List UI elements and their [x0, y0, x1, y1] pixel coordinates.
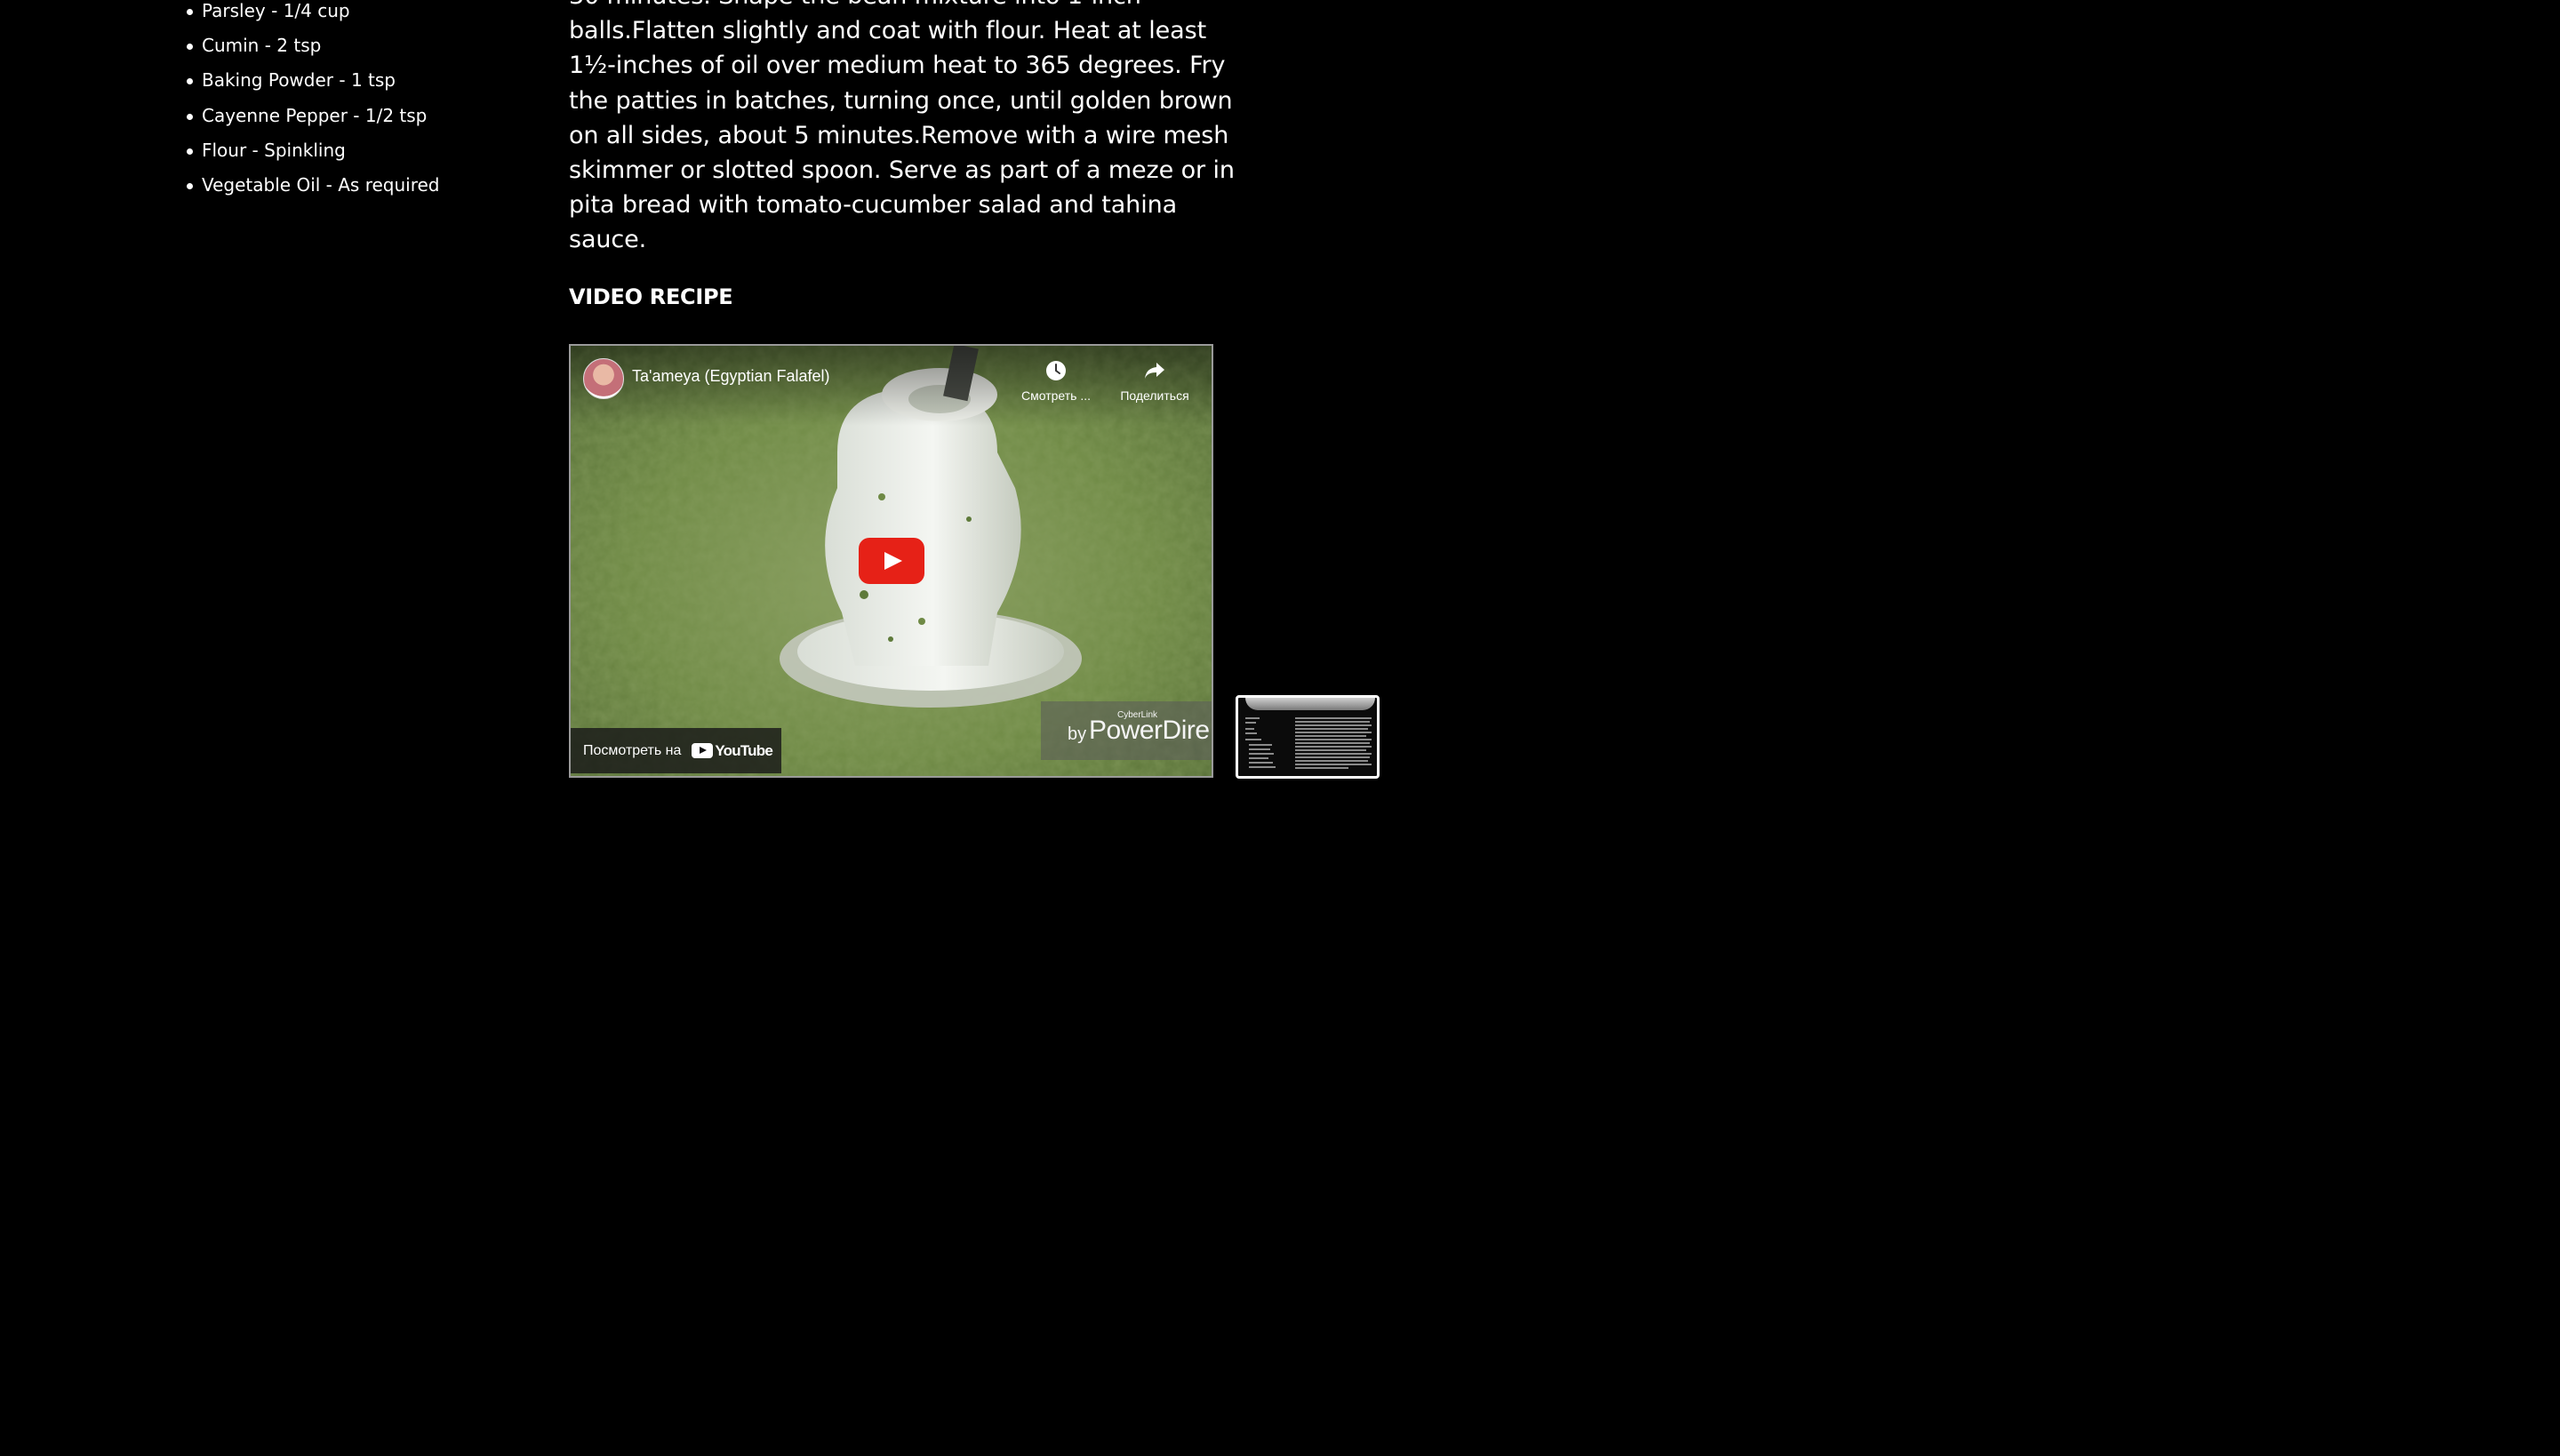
clock-icon [1046, 361, 1066, 380]
youtube-play-icon [692, 743, 714, 758]
play-button[interactable] [859, 538, 924, 584]
ingredient-list: Parsley - 1/4 cup Cumin - 2 tsp Baking P… [186, 0, 440, 203]
powerdirector-watermark: CyberLink by PowerDire [1041, 701, 1212, 760]
preview-hero-image [1245, 698, 1375, 710]
share-button[interactable]: Поделиться [1115, 360, 1195, 403]
page-preview-thumbnail[interactable] [1236, 695, 1380, 779]
video-title[interactable]: Ta'ameya (Egyptian Falafel) [632, 367, 830, 386]
watch-later-label: Смотреть ... [1021, 388, 1091, 403]
share-arrow-icon [1145, 363, 1164, 379]
channel-avatar[interactable] [583, 358, 624, 399]
ingredient-item: Baking Powder - 1 tsp [186, 63, 440, 98]
watermark-brand: PowerDire [1089, 716, 1210, 745]
ingredient-item: Vegetable Oil - As required [186, 168, 440, 203]
ingredient-item: Parsley - 1/4 cup [186, 0, 440, 28]
youtube-logo: YouTube [692, 741, 773, 760]
ingredient-item: Cumin - 2 tsp [186, 28, 440, 63]
page: Parsley - 1/4 cup Cumin - 2 tsp Baking P… [0, 0, 1394, 793]
watermark-by: by [1068, 724, 1087, 744]
ingredient-item: Cayenne Pepper - 1/2 tsp [186, 99, 440, 133]
watch-on-youtube-button[interactable]: Посмотреть на YouTube [571, 728, 781, 773]
instructions-text: 30 minutes. Shape the bean mixture into … [569, 0, 1235, 254]
video-recipe-heading: VIDEO RECIPE [569, 284, 733, 309]
video-embed[interactable]: Ta'ameya (Egyptian Falafel) Смотреть ...… [569, 344, 1213, 778]
share-label: Поделиться [1120, 388, 1189, 403]
watch-later-button[interactable]: Смотреть ... [1015, 360, 1097, 403]
watch-on-label: Посмотреть на [583, 742, 682, 758]
ingredient-item: Flour - Spinkling [186, 133, 440, 168]
youtube-wordmark: YouTube [715, 741, 772, 759]
